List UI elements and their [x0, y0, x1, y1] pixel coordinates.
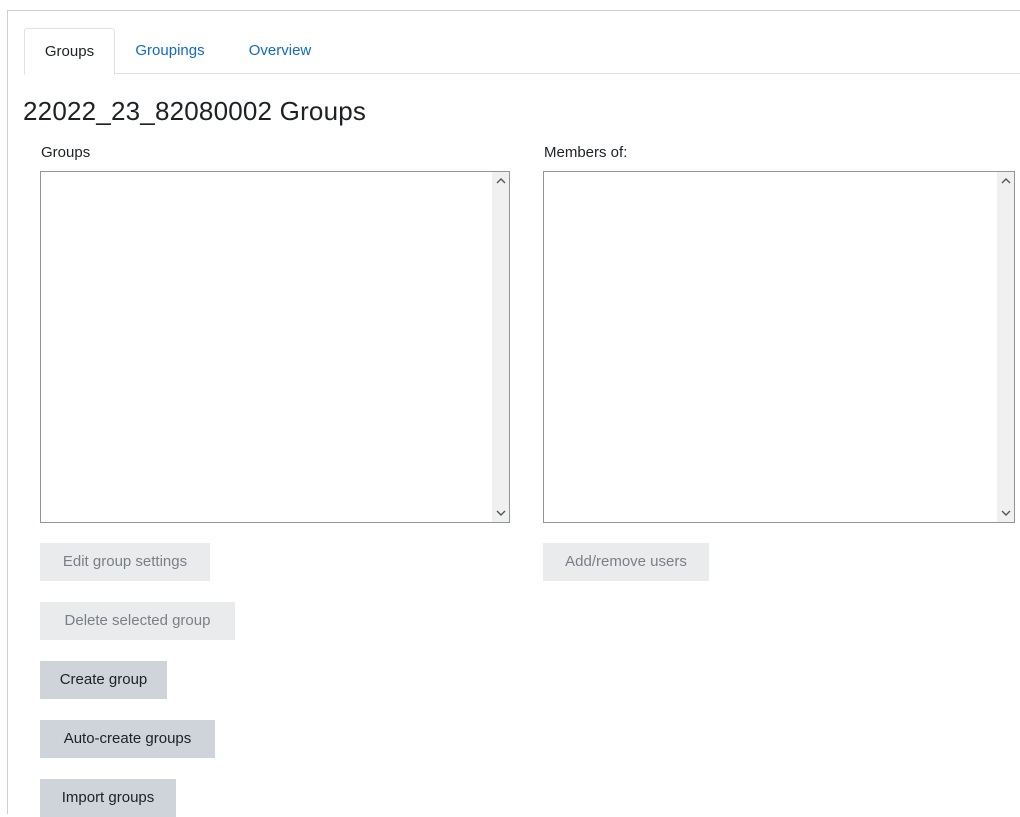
create-group-button[interactable]: Create group: [40, 661, 167, 699]
page-title: 22022_23_82080002 Groups: [23, 96, 367, 126]
members-select-list[interactable]: [543, 171, 1015, 523]
chevron-up-icon[interactable]: [492, 172, 509, 189]
tab-groups[interactable]: Groups: [24, 28, 115, 75]
members-list-label: Members of:: [544, 144, 628, 161]
frame-border-left: [7, 10, 8, 814]
chevron-down-icon[interactable]: [492, 505, 509, 522]
groups-list-scrollbar[interactable]: [492, 172, 509, 522]
groups-select-list[interactable]: [40, 171, 510, 523]
auto-create-groups-button[interactable]: Auto-create groups: [40, 720, 215, 758]
add-remove-users-button[interactable]: Add/remove users: [543, 543, 709, 581]
chevron-down-icon[interactable]: [997, 505, 1014, 522]
delete-selected-group-button[interactable]: Delete selected group: [40, 602, 235, 640]
tab-overview[interactable]: Overview: [230, 28, 330, 73]
tab-groupings[interactable]: Groupings: [118, 28, 222, 73]
import-groups-button[interactable]: Import groups: [40, 779, 176, 817]
groups-list-label: Groups: [41, 144, 91, 161]
tab-bar-divider: [24, 73, 1020, 74]
chevron-up-icon[interactable]: [997, 172, 1014, 189]
members-list-scrollbar[interactable]: [997, 172, 1014, 522]
tab-bar: Groups Groupings Overview: [24, 28, 1020, 75]
frame-border-top: [7, 10, 1020, 11]
edit-group-settings-button[interactable]: Edit group settings: [40, 543, 210, 581]
